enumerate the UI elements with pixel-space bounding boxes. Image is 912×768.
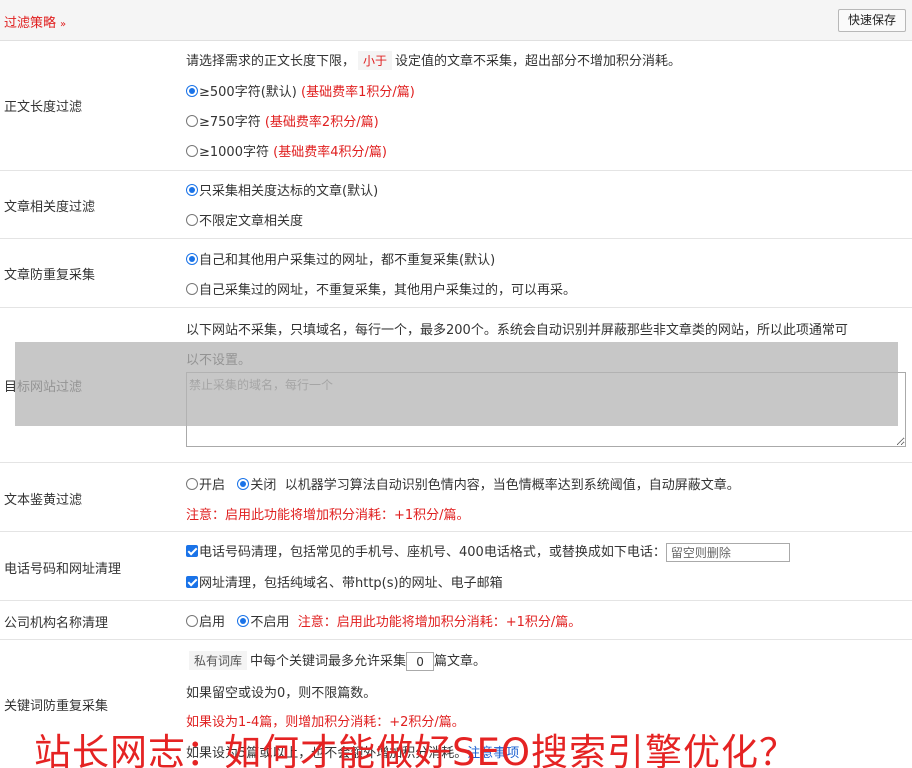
radio-selected-icon[interactable] <box>186 184 198 196</box>
private-lexicon-tag[interactable]: 私有词库 <box>189 651 248 670</box>
contact-clean-row: 电话号码和网址清理 电话号码清理，包括常见的手机号、座机号、400电话格式，或替… <box>0 532 912 601</box>
org-option-on[interactable]: 启用 <box>186 615 225 630</box>
max-articles-input[interactable] <box>406 652 435 671</box>
porn-filter-note: 注意：启用此功能将增加积分消耗：+1积分/篇。 <box>186 508 470 523</box>
relevance-option-strict[interactable]: 只采集相关度达标的文章(默认) <box>186 180 378 199</box>
duplicate-option-self[interactable]: 自己采集过的网址，不重复采集，其他用户采集过的，可以再采。 <box>186 279 576 298</box>
blocked-domains-textarea[interactable] <box>186 372 906 447</box>
duplicate-filter-row: 文章防重复采集 自己和其他用户采集过的网址，都不重复采集(默认) 自己采集过的网… <box>0 239 912 308</box>
length-option-750[interactable]: ≥750字符 (基础费率2积分/篇) <box>186 111 379 130</box>
relevance-filter-row: 文章相关度过滤 只采集相关度达标的文章(默认) 不限定文章相关度 <box>0 171 912 239</box>
length-filter-label: 正文长度过滤 <box>4 100 83 115</box>
site-filter-label: 目标网站过滤 <box>4 380 83 395</box>
less-than-tag: 小于 <box>358 51 393 70</box>
site-filter-desc-1: 以下网站不采集，只填域名，每行一个，最多200个。系统会自动识别并屏蔽那些非文章… <box>186 323 848 338</box>
org-clean-note: 注意：启用此功能将增加积分消耗：+1积分/篇。 <box>297 615 582 630</box>
radio-unselected-icon[interactable] <box>186 145 198 157</box>
length-filter-desc: 请选择需求的正文长度下限， 小于 设定值的文章不采集，超出部分不增加积分消耗。 <box>186 50 681 70</box>
double-chevron-down-icon: » <box>60 19 67 30</box>
porn-option-off[interactable]: 关闭 <box>237 478 276 493</box>
porn-filter-row: 文本鉴黄过滤 开启 关闭 以机器学习算法自动识别色情内容，当色情概率达到系统阈值… <box>0 463 912 532</box>
radio-selected-icon[interactable] <box>237 478 250 490</box>
checkbox-checked-icon[interactable] <box>186 545 198 557</box>
org-clean-label: 公司机构名称清理 <box>4 616 109 631</box>
relevance-option-any[interactable]: 不限定文章相关度 <box>186 210 303 229</box>
url-clean-option[interactable]: 网址清理，包括纯域名、带http(s)的网址、电子邮箱 <box>186 572 503 591</box>
radio-selected-icon[interactable] <box>186 85 198 97</box>
radio-unselected-icon[interactable] <box>186 214 198 226</box>
radio-unselected-icon[interactable] <box>186 283 198 295</box>
org-option-off[interactable]: 不启用 <box>237 615 289 630</box>
site-filter-desc-2: 以不设置。 <box>186 353 252 368</box>
org-clean-options: 启用 不启用 注意：启用此功能将增加积分消耗：+1积分/篇。 <box>186 611 581 630</box>
relevance-filter-label: 文章相关度过滤 <box>4 200 96 215</box>
keyword-dup-line1: 私有词库中每个关键词最多允许采集篇文章。 <box>186 650 486 671</box>
porn-filter-label: 文本鉴黄过滤 <box>4 493 83 508</box>
section-title[interactable]: 过滤策略» <box>4 12 66 31</box>
contact-clean-label: 电话号码和网址清理 <box>4 562 122 577</box>
radio-unselected-icon[interactable] <box>186 478 198 490</box>
radio-unselected-icon[interactable] <box>186 115 198 127</box>
radio-selected-icon[interactable] <box>186 253 198 265</box>
watermark-caption: 站长网志：如何才能做好SEO搜索引擎优化？ <box>34 731 797 768</box>
radio-unselected-icon[interactable] <box>186 615 198 627</box>
filter-strategy-header: 过滤策略» 快速保存 <box>0 0 912 41</box>
replacement-phone-input[interactable] <box>665 543 790 562</box>
length-filter-row: 正文长度过滤 请选择需求的正文长度下限， 小于 设定值的文章不采集，超出部分不增加积… <box>0 41 912 171</box>
keyword-dup-label: 关键词防重复采集 <box>4 699 109 714</box>
keyword-dup-line2: 如果留空或设为0，则不限篇数。 <box>186 686 377 701</box>
checkbox-checked-icon[interactable] <box>186 576 198 588</box>
quick-save-button[interactable]: 快速保存 <box>837 9 906 32</box>
porn-option-on[interactable]: 开启 <box>186 478 225 493</box>
porn-filter-options: 开启 关闭 以机器学习算法自动识别色情内容，当色情概率达到系统阈值，自动屏蔽文章… <box>186 474 740 493</box>
org-clean-row: 公司机构名称清理 启用 不启用 注意：启用此功能将增加积分消耗：+1积分/篇。 <box>0 601 912 640</box>
length-option-500[interactable]: ≥500字符(默认) (基础费率1积分/篇) <box>186 81 415 100</box>
length-option-1000[interactable]: ≥1000字符 (基础费率4积分/篇) <box>186 141 387 160</box>
porn-filter-desc: 以机器学习算法自动识别色情内容，当色情概率达到系统阈值，自动屏蔽文章。 <box>284 478 740 493</box>
duplicate-option-all[interactable]: 自己和其他用户采集过的网址，都不重复采集(默认) <box>186 249 495 268</box>
radio-selected-icon[interactable] <box>237 615 250 627</box>
duplicate-filter-label: 文章防重复采集 <box>4 268 96 283</box>
phone-clean-option[interactable]: 电话号码清理，包括常见的手机号、座机号、400电话格式，或替换成如下电话： <box>186 541 790 562</box>
